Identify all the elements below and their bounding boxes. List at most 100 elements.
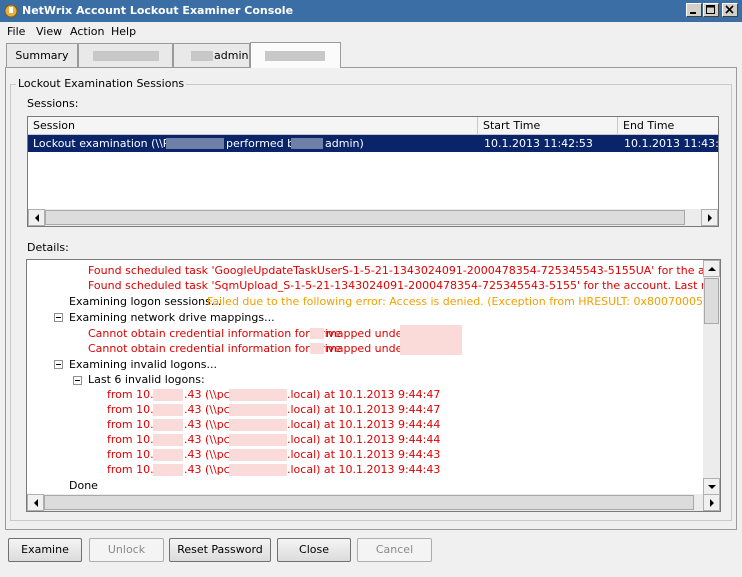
tree-item-done: Done — [69, 479, 98, 492]
examine-button[interactable]: Examine — [8, 538, 82, 562]
table-row[interactable]: Lockout examination (\\PC- performed by … — [28, 135, 718, 152]
tab-session-1[interactable] — [78, 43, 173, 67]
collapse-icon[interactable] — [54, 360, 63, 369]
tree-item-last-6: Last 6 invalid logons: — [88, 373, 205, 386]
scroll-left-button[interactable] — [28, 209, 45, 226]
column-header-start-time[interactable]: Start Time — [478, 117, 618, 135]
scroll-thumb[interactable] — [44, 495, 694, 510]
logon-from: from 10. — [107, 463, 154, 476]
title-bar[interactable]: NetWrix Account Lockout Examiner Console — [0, 0, 742, 22]
menu-bar: File View Action Help — [0, 22, 742, 41]
arrow-down-icon — [708, 485, 716, 489]
redacted-area — [265, 51, 325, 61]
tree-item-cred-1-a: Cannot obtain credential information for… — [88, 327, 342, 340]
details-vertical-scrollbar[interactable] — [703, 260, 720, 495]
sessions-label: Sessions: — [27, 97, 79, 110]
column-header-session[interactable]: Session — [28, 117, 478, 135]
session-cell-prefix: Lockout examination (\\PC- — [33, 137, 182, 150]
tree-item-task-1: Found scheduled task 'GoogleUpdateTaskUs… — [88, 264, 720, 277]
menu-help[interactable]: Help — [111, 25, 136, 38]
logon-from: from 10. — [107, 418, 154, 431]
column-label: End Time — [623, 119, 675, 132]
minimize-button[interactable] — [686, 3, 702, 17]
logon-host-end: .local) at 10.1.2013 9:44:47 — [287, 388, 441, 401]
reset-password-button[interactable]: Reset Password — [169, 538, 271, 562]
scroll-left-button[interactable] — [27, 494, 44, 511]
redacted-area — [400, 325, 462, 340]
scroll-down-button[interactable] — [703, 478, 720, 495]
menu-action[interactable]: Action — [70, 25, 104, 38]
scroll-thumb[interactable] — [704, 278, 719, 324]
redacted-area — [153, 449, 183, 461]
session-cell-mid: performed by — [226, 137, 301, 150]
redacted-area — [229, 404, 287, 416]
logon-from: from 10. — [107, 448, 154, 461]
tab-label: admin — [214, 49, 249, 62]
details-horizontal-scrollbar[interactable] — [27, 494, 720, 511]
cancel-button[interactable]: Cancel — [357, 538, 432, 562]
close-button[interactable]: Close — [277, 538, 351, 562]
logon-host-end: .local) at 10.1.2013 9:44:47 — [287, 403, 441, 416]
redacted-area — [229, 464, 287, 476]
redacted-area — [191, 51, 213, 61]
tree-item-cred-2-b: mapped under — [326, 342, 407, 355]
session-cell-suffix: admin) — [325, 137, 364, 150]
collapse-icon[interactable] — [54, 313, 63, 322]
tab-session-active[interactable] — [250, 42, 341, 68]
column-header-end-time[interactable]: End Time — [618, 117, 718, 135]
tab-summary[interactable]: Summary — [6, 43, 78, 67]
tree-item-invalid-logons: Examining invalid logons... — [69, 358, 218, 371]
logon-from: from 10. — [107, 388, 154, 401]
logon-host-end: .local) at 10.1.2013 9:44:44 — [287, 418, 441, 431]
scroll-up-button[interactable] — [703, 260, 720, 277]
arrow-right-icon — [710, 499, 714, 507]
logon-ip-end: .43 (\\pc- — [184, 463, 234, 476]
tree-item-invalid-logon: from 10. .43 (\\pc- .local) at 10.1.2013 9… — [27, 418, 717, 433]
group-title: Lockout Examination Sessions — [16, 77, 187, 90]
tree-item-invalid-logon: from 10. .43 (\\pc- .local) at 10.1.2013 9… — [27, 463, 717, 478]
redacted-area — [153, 419, 183, 431]
unlock-button[interactable]: Unlock — [89, 538, 164, 562]
logon-host-end: .local) at 10.1.2013 9:44:43 — [287, 463, 441, 476]
end-time-cell: 10.1.2013 11:43:15 — [624, 137, 718, 150]
sessions-horizontal-scrollbar[interactable] — [28, 209, 718, 226]
tree-item-invalid-logon: from 10. .43 (\\pc- .local) at 10.1.2013 9… — [27, 448, 717, 463]
tree-item-cred-2-a: Cannot obtain credential information for… — [88, 342, 342, 355]
redacted-area — [153, 404, 183, 416]
maximize-icon — [706, 5, 715, 14]
tab-admin[interactable]: admin — [173, 43, 250, 67]
logon-from: from 10. — [107, 403, 154, 416]
tree-item-invalid-logon: from 10. .43 (\\pc- .local) at 10.1.2013 9… — [27, 388, 717, 403]
minimize-icon — [690, 12, 696, 14]
tree-item-logon-sessions: Examining logon sessions... — [69, 295, 222, 308]
logon-ip-end: .43 (\\pc- — [184, 418, 234, 431]
scroll-right-button[interactable] — [701, 209, 718, 226]
menu-file[interactable]: File — [7, 25, 25, 38]
redacted-area — [229, 449, 287, 461]
redacted-area — [153, 434, 183, 446]
close-window-button[interactable] — [722, 3, 738, 17]
tree-item-invalid-logon: from 10. .43 (\\pc- .local) at 10.1.2013 9… — [27, 403, 717, 418]
scroll-thumb[interactable] — [45, 210, 685, 225]
redacted-area — [166, 138, 224, 149]
app-icon — [4, 4, 18, 18]
scroll-right-button[interactable] — [703, 494, 720, 511]
redacted-area — [310, 328, 324, 339]
column-label: Start Time — [483, 119, 541, 132]
tree-item-drive-mappings: Examining network drive mappings... — [69, 311, 275, 324]
collapse-icon[interactable] — [73, 376, 82, 385]
tree-item-logon-error: Failed due to the following error: Acces… — [207, 295, 720, 308]
tree-item-cred-1-b: mapped under — [326, 327, 407, 340]
details-tree[interactable]: Found scheduled task 'GoogleUpdateTaskUs… — [26, 259, 721, 512]
close-icon — [725, 5, 734, 14]
column-label: Session — [33, 119, 75, 132]
details-label: Details: — [27, 241, 69, 254]
arrow-right-icon — [708, 214, 712, 222]
maximize-button[interactable] — [703, 3, 719, 17]
redacted-area — [229, 434, 287, 446]
start-time-cell: 10.1.2013 11:42:53 — [484, 137, 593, 150]
window-title: NetWrix Account Lockout Examiner Console — [22, 4, 294, 17]
menu-view[interactable]: View — [36, 25, 62, 38]
logon-ip-end: .43 (\\pc- — [184, 388, 234, 401]
logon-host-end: .local) at 10.1.2013 9:44:44 — [287, 433, 441, 446]
